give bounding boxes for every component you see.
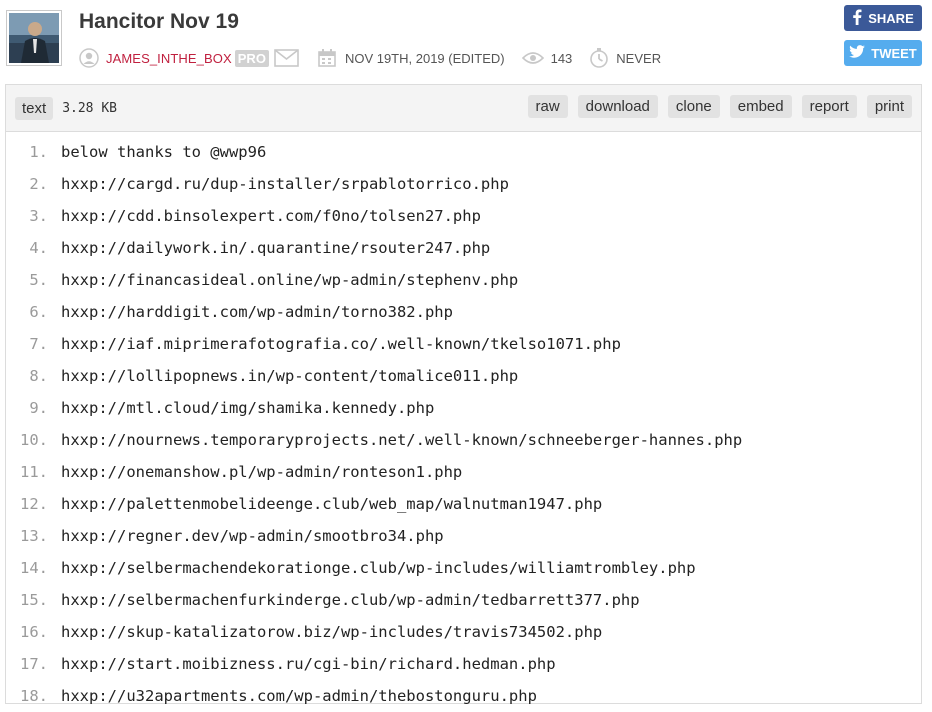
line-text: hxxp://palettenmobelideenge.club/web_map… xyxy=(61,495,603,513)
tweet-label: TWEET xyxy=(871,45,917,61)
paste-meta: JAMES_INTHE_BOX PRO NOV 19TH, 2019 (EDIT… xyxy=(79,47,661,69)
avatar-image xyxy=(9,13,59,63)
view-count: 143 xyxy=(550,50,573,66)
code-line: 5. hxxp://financasideal.online/wp-admin/s… xyxy=(6,264,921,296)
report-button[interactable]: report xyxy=(801,95,857,118)
paste-toolbar: text 3.28 KB raw download clone embed re… xyxy=(6,85,921,132)
message-envelope-icon[interactable] xyxy=(274,49,299,67)
line-number: 13. xyxy=(20,527,48,545)
code-line: 2. hxxp://cargd.ru/dup-installer/srpablot… xyxy=(6,168,921,200)
code-line: 11. hxxp://onemanshow.pl/wp-admin/ronteso… xyxy=(6,456,921,488)
pro-badge: PRO xyxy=(234,49,269,67)
line-text: hxxp://nournews.temporaryprojects.net/.w… xyxy=(61,431,743,449)
line-number: 18. xyxy=(20,687,48,705)
line-number: 15. xyxy=(20,591,48,609)
line-number: 10. xyxy=(20,431,48,449)
line-text: hxxp://cdd.binsolexpert.com/f0no/tolsen2… xyxy=(61,207,481,225)
code-line: 6. hxxp://harddigit.com/wp-admin/torno382… xyxy=(6,296,921,328)
line-text: hxxp://u32apartments.com/wp-admin/thebos… xyxy=(61,687,537,705)
paste-title: Hancitor Nov 19 xyxy=(79,10,239,33)
line-number: 3. xyxy=(29,207,48,225)
code-line: 12. hxxp://palettenmobelideenge.club/web_… xyxy=(6,488,921,520)
line-number: 17. xyxy=(20,655,48,673)
twitter-tweet-button[interactable]: TWEET xyxy=(844,40,922,66)
code-line: 15. hxxp://selbermachenfurkinderge.club/w… xyxy=(6,584,921,616)
line-number: 4. xyxy=(29,239,48,257)
timer-icon xyxy=(588,47,610,69)
code-line: 18. hxxp://u32apartments.com/wp-admin/the… xyxy=(6,680,921,712)
line-text: hxxp://cargd.ru/dup-installer/srpablotor… xyxy=(61,175,509,193)
code-line: 8. hxxp://lollipopnews.in/wp-content/toma… xyxy=(6,360,921,392)
code-line: 7. hxxp://iaf.miprimerafotografia.co/.wel… xyxy=(6,328,921,360)
line-text: hxxp://iaf.miprimerafotografia.co/.well-… xyxy=(61,335,621,353)
user-avatar[interactable] xyxy=(6,10,62,66)
line-text: hxxp://selbermachendekorationge.club/wp-… xyxy=(61,559,696,577)
line-text: hxxp://skup-katalizatorow.biz/wp-include… xyxy=(61,623,603,641)
code-line: 10. hxxp://nournews.temporaryprojects.net… xyxy=(6,424,921,456)
twitter-bird-icon xyxy=(849,45,866,61)
facebook-share-button[interactable]: SHARE xyxy=(844,5,922,31)
line-text: hxxp://mtl.cloud/img/shamika.kennedy.php xyxy=(61,399,435,417)
clone-button[interactable]: clone xyxy=(667,95,720,118)
code-listing: 1. below thanks to @wwp96 2. hxxp://cargd.… xyxy=(6,132,921,712)
download-button[interactable]: download xyxy=(577,95,658,118)
share-label: SHARE xyxy=(868,10,914,26)
line-number: 1. xyxy=(29,143,48,161)
line-number: 5. xyxy=(29,271,48,289)
user-icon xyxy=(79,48,99,68)
paste-size: 3.28 KB xyxy=(62,100,117,116)
expiry-value: NEVER xyxy=(616,50,662,66)
code-line: 16. hxxp://skup-katalizatorow.biz/wp-incl… xyxy=(6,616,921,648)
toolbar-actions: raw download clone embed report print xyxy=(527,95,912,118)
code-line: 14. hxxp://selbermachendekorationge.club/… xyxy=(6,552,921,584)
code-line: 3. hxxp://cdd.binsolexpert.com/f0no/tolse… xyxy=(6,200,921,232)
line-number: 16. xyxy=(20,623,48,641)
line-number: 11. xyxy=(20,463,48,481)
paste-panel: text 3.28 KB raw download clone embed re… xyxy=(5,84,922,705)
line-text: hxxp://onemanshow.pl/wp-admin/ronteson1.… xyxy=(61,463,463,481)
code-line: 4. hxxp://dailywork.in/.quarantine/rsoute… xyxy=(6,232,921,264)
paste-date: NOV 19TH, 2019 (EDITED) xyxy=(344,50,505,66)
line-number: 14. xyxy=(20,559,48,577)
line-number: 12. xyxy=(20,495,48,513)
line-number: 9. xyxy=(29,399,48,417)
line-text: hxxp://harddigit.com/wp-admin/torno382.p… xyxy=(61,303,453,321)
line-number: 8. xyxy=(29,367,48,385)
line-text: below thanks to @wwp96 xyxy=(61,143,267,161)
line-text: hxxp://regner.dev/wp-admin/smootbro34.ph… xyxy=(61,527,444,545)
code-line: 9. hxxp://mtl.cloud/img/shamika.kennedy.p… xyxy=(6,392,921,424)
code-line: 17. hxxp://start.moibizness.ru/cgi-bin/ri… xyxy=(6,648,921,680)
raw-button[interactable]: raw xyxy=(527,95,568,118)
line-text: hxxp://financasideal.online/wp-admin/ste… xyxy=(61,271,519,289)
line-number: 6. xyxy=(29,303,48,321)
eye-icon xyxy=(521,51,544,65)
line-number: 2. xyxy=(29,175,48,193)
username-link[interactable]: JAMES_INTHE_BOX xyxy=(106,51,232,66)
line-text: hxxp://dailywork.in/.quarantine/rsouter2… xyxy=(61,239,491,257)
line-text: hxxp://selbermachenfurkinderge.club/wp-a… xyxy=(61,591,640,609)
syntax-tag[interactable]: text xyxy=(15,96,54,120)
print-button[interactable]: print xyxy=(866,95,912,118)
line-number: 7. xyxy=(29,335,48,353)
facebook-icon xyxy=(852,9,862,28)
line-text: hxxp://lollipopnews.in/wp-content/tomali… xyxy=(61,367,519,385)
code-line: 13. hxxp://regner.dev/wp-admin/smootbro34… xyxy=(6,520,921,552)
code-line: 1. below thanks to @wwp96 xyxy=(6,136,921,168)
embed-button[interactable]: embed xyxy=(729,95,792,118)
calendar-icon xyxy=(317,48,337,68)
line-text: hxxp://start.moibizness.ru/cgi-bin/richa… xyxy=(61,655,556,673)
